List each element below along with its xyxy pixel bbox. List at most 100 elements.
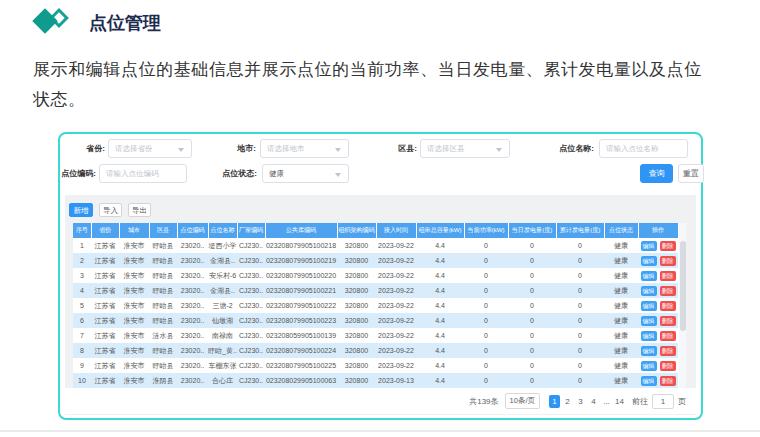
- table-cell: 0: [464, 238, 508, 253]
- page-button[interactable]: 14: [614, 395, 625, 408]
- table-row: 7江苏省淮安市涟水县23020..南禄南CJ230..0232080599051…: [73, 328, 678, 343]
- delete-button[interactable]: 删除: [660, 301, 676, 311]
- pagination: 共139条 10条/页 1234...14 前往 1 页: [65, 388, 696, 414]
- actions-cell: 编辑删除: [638, 343, 678, 358]
- table-cell: 0: [556, 313, 604, 328]
- edit-button[interactable]: 编辑: [641, 376, 657, 386]
- page-button[interactable]: 3: [575, 395, 586, 408]
- table-cell: 金湖县..: [208, 283, 237, 298]
- table-row: 10江苏省淮安市淮阴县23020..合心庄CJ230..023208029905…: [73, 373, 678, 388]
- page-button[interactable]: 2: [562, 395, 573, 408]
- column-header: 当前功率(kW): [464, 223, 508, 238]
- delete-button[interactable]: 删除: [660, 346, 676, 356]
- edit-button[interactable]: 编辑: [641, 271, 657, 281]
- scrollbar-thumb[interactable]: [680, 241, 686, 331]
- table-cell: 0: [508, 373, 556, 388]
- table-cell: 320800: [337, 283, 376, 298]
- table-cell: 0: [464, 358, 508, 373]
- city-label: 地市:: [200, 139, 256, 159]
- table-cell: 023208079905100221: [265, 283, 337, 298]
- page-button[interactable]: 1: [549, 395, 560, 408]
- table-cell: 7: [73, 328, 91, 343]
- table-cell: 淮安市: [119, 373, 149, 388]
- table-cell: 023208079905100220: [265, 268, 337, 283]
- edit-button[interactable]: 编辑: [641, 286, 657, 296]
- table-cell: 320800: [337, 298, 376, 313]
- province-select[interactable]: 请选择省份: [108, 139, 192, 158]
- table-cell: 5: [73, 298, 91, 313]
- actions-cell: 编辑删除: [638, 313, 678, 328]
- reset-button[interactable]: 重置: [678, 164, 704, 183]
- delete-button[interactable]: 删除: [660, 316, 676, 326]
- point-management-panel: 省份: 请选择省份 地市: 请选择地市 区县: 请选择区县 点位名称: 请输入点…: [58, 132, 703, 420]
- delete-button[interactable]: 删除: [660, 256, 676, 266]
- delete-button[interactable]: 删除: [660, 286, 676, 296]
- delete-button[interactable]: 删除: [660, 241, 676, 251]
- goto-page-input[interactable]: 1: [652, 394, 674, 409]
- table-cell: CJ230..: [237, 373, 265, 388]
- edit-button[interactable]: 编辑: [641, 301, 657, 311]
- import-button[interactable]: 导入: [99, 203, 122, 217]
- table-section: 新增 导入 导出 序号省份城市区县点位编码点位名称厂家编码公共库编码组织架构编码…: [65, 195, 696, 415]
- table-cell: 淮阴县: [149, 373, 177, 388]
- point-name-input[interactable]: 请输入点位名称: [599, 139, 688, 158]
- table-cell: 0: [464, 343, 508, 358]
- table-cell: 9: [73, 358, 91, 373]
- export-button[interactable]: 导出: [128, 203, 151, 217]
- point-status-select[interactable]: 健康: [262, 164, 349, 183]
- table-cell: 0: [464, 283, 508, 298]
- column-header: 组串总容量(kW): [416, 223, 464, 238]
- diamond-icon: [33, 8, 79, 38]
- search-button[interactable]: 查询: [640, 164, 673, 183]
- page-size-select[interactable]: 10条/页: [505, 393, 540, 409]
- table-cell: 023208079905100223: [265, 313, 337, 328]
- table-cell: 三塘-2: [208, 298, 237, 313]
- table-cell: 江苏省: [91, 328, 119, 343]
- point-code-input[interactable]: 请输入点位编码: [99, 164, 187, 183]
- table-cell: 健康: [604, 283, 638, 298]
- table-cell: 健康: [604, 298, 638, 313]
- district-select[interactable]: 请选择区县: [420, 139, 510, 158]
- edit-button[interactable]: 编辑: [641, 331, 657, 341]
- table-cell: 23020..: [177, 373, 208, 388]
- page: 点位管理 展示和编辑点位的基础信息并展示点位的当前功率、当日发电量、累计发电量以…: [0, 0, 760, 437]
- page-title: 点位管理: [89, 11, 161, 35]
- page-list: 1234...14: [548, 395, 626, 408]
- table-cell: 0: [508, 268, 556, 283]
- city-select[interactable]: 请选择地市: [260, 139, 349, 158]
- total-count: 共139条: [469, 396, 498, 407]
- edit-button[interactable]: 编辑: [641, 361, 657, 371]
- table-cell: 0: [464, 253, 508, 268]
- point-code-label: 点位编码:: [60, 164, 96, 184]
- add-button[interactable]: 新增: [69, 203, 93, 217]
- table-cell: 仙墩湖: [208, 313, 237, 328]
- table-cell: 合心庄: [208, 373, 237, 388]
- table-cell: 2023-09-22: [376, 328, 416, 343]
- table-row: 2江苏省淮安市盱眙县23020..金湖县..CJ230..02320807990…: [73, 253, 678, 268]
- edit-button[interactable]: 编辑: [641, 241, 657, 251]
- table-scrollbar[interactable]: [679, 223, 687, 388]
- delete-button[interactable]: 删除: [660, 376, 676, 386]
- table-cell: 0: [556, 298, 604, 313]
- column-header: 点位名称: [208, 223, 237, 238]
- table-cell: 0: [464, 313, 508, 328]
- chevron-down-icon: [335, 173, 341, 177]
- delete-button[interactable]: 删除: [660, 331, 676, 341]
- table-cell: 4.4: [416, 373, 464, 388]
- page-button[interactable]: 4: [588, 395, 599, 408]
- delete-button[interactable]: 删除: [660, 271, 676, 281]
- column-header: 点位编码: [177, 223, 208, 238]
- edit-button[interactable]: 编辑: [641, 256, 657, 266]
- table-cell: 0: [508, 358, 556, 373]
- goto-label: 前往: [632, 396, 648, 407]
- edit-button[interactable]: 编辑: [641, 316, 657, 326]
- edit-button[interactable]: 编辑: [641, 346, 657, 356]
- table-row: 8江苏省淮安市盱眙县23020..盱眙_黄..CJ230..0232080799…: [73, 343, 678, 358]
- table-cell: 320800: [337, 328, 376, 343]
- column-header: 序号: [73, 223, 91, 238]
- table-cell: 4.4: [416, 358, 464, 373]
- table-cell: 23020..: [177, 313, 208, 328]
- table-cell: 江苏省: [91, 238, 119, 253]
- delete-button[interactable]: 删除: [660, 361, 676, 371]
- chevron-down-icon: [496, 148, 502, 152]
